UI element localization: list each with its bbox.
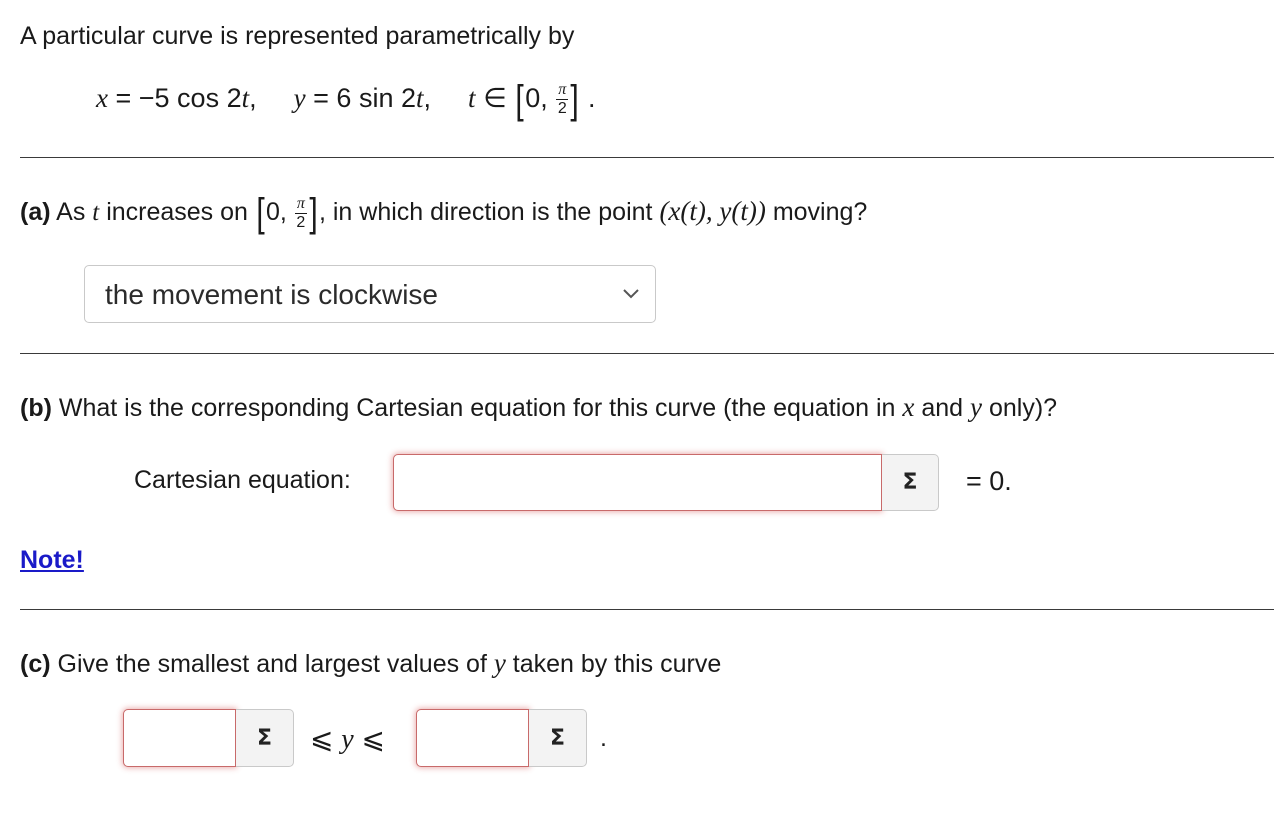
interval-start: 0,: [266, 198, 287, 226]
inequality-expression: ⩽ y ⩽: [310, 722, 385, 756]
period: .: [600, 724, 607, 752]
part-a-label: (a): [20, 198, 51, 226]
x-variable: x: [96, 83, 108, 113]
element-of-symbol: ∈: [483, 83, 507, 113]
t-variable: t: [415, 83, 424, 113]
left-bracket: [: [515, 78, 524, 122]
point-expression: (x(t), y(t)): [659, 196, 766, 226]
t-variable: t: [241, 83, 250, 113]
part-b-label: (b): [20, 394, 52, 422]
right-bracket: ]: [309, 191, 318, 235]
sigma-icon[interactable]: Σ: [236, 709, 294, 767]
fraction-denominator: 2: [296, 213, 306, 231]
right-bracket: ]: [570, 78, 580, 122]
part-a-text: As: [56, 198, 86, 226]
pi-over-two-fraction: π2: [294, 194, 307, 231]
comma: ,: [249, 83, 257, 113]
divider: [20, 609, 1274, 610]
y-variable: y: [341, 724, 354, 755]
min-y-input[interactable]: [123, 709, 236, 767]
intro-text: A particular curve is represented parame…: [20, 22, 575, 50]
fraction-numerator: π: [294, 194, 307, 214]
part-b-question: (b) What is the corresponding Cartesian …: [20, 392, 1057, 423]
x-variable: x: [902, 392, 915, 422]
divider: [20, 157, 1274, 158]
fraction-denominator: 2: [557, 100, 567, 118]
part-c-label: (c): [20, 650, 51, 678]
note-link[interactable]: Note!: [20, 546, 84, 575]
parametric-equations: x = −5 cos 2t, y = 6 sin 2t, t ∈ [0, π 2]…: [96, 80, 595, 120]
max-y-input[interactable]: [416, 709, 529, 767]
interval-start: 0,: [525, 83, 548, 113]
pi-over-two-fraction: π2: [556, 81, 569, 118]
part-c-text: taken by this curve: [512, 650, 722, 678]
left-bracket: [: [256, 191, 265, 235]
y-variable: y: [970, 392, 983, 422]
t-variable: t: [92, 199, 100, 226]
leq-symbol: ⩽: [361, 723, 385, 754]
sigma-icon[interactable]: Σ: [882, 454, 939, 511]
part-c-question: (c) Give the smallest and largest values…: [20, 648, 721, 679]
cartesian-equation-label: Cartesian equation:: [134, 466, 351, 494]
fraction-numerator: π: [556, 81, 569, 101]
comma: ,: [423, 83, 432, 113]
period: .: [587, 83, 596, 113]
part-a-question: (a) As t increases on [0, π 2], in which …: [20, 193, 867, 233]
y-equation-rhs: = 6 sin 2: [313, 83, 416, 113]
part-a-text: moving?: [772, 198, 868, 226]
equals-zero: = 0.: [966, 466, 1012, 496]
part-b-text: and: [921, 394, 964, 422]
part-a-text: , in which direction is the point: [318, 198, 653, 226]
part-b-text: only)?: [988, 394, 1058, 422]
x-equation-rhs: = −5 cos 2: [115, 83, 242, 113]
part-b-text: What is the corresponding Cartesian equa…: [58, 394, 896, 422]
part-a-text: increases on: [106, 198, 248, 226]
y-variable: y: [293, 83, 306, 113]
chevron-down-icon: [623, 289, 639, 299]
sigma-icon[interactable]: Σ: [529, 709, 587, 767]
divider: [20, 353, 1274, 354]
y-variable: y: [493, 648, 506, 678]
t-variable: t: [468, 83, 476, 113]
leq-symbol: ⩽: [310, 723, 334, 754]
part-c-text: Give the smallest and largest values of: [57, 650, 487, 678]
cartesian-equation-input[interactable]: [393, 454, 882, 511]
direction-select[interactable]: the movement is clockwise: [84, 265, 656, 323]
direction-select-value: the movement is clockwise: [105, 279, 439, 310]
